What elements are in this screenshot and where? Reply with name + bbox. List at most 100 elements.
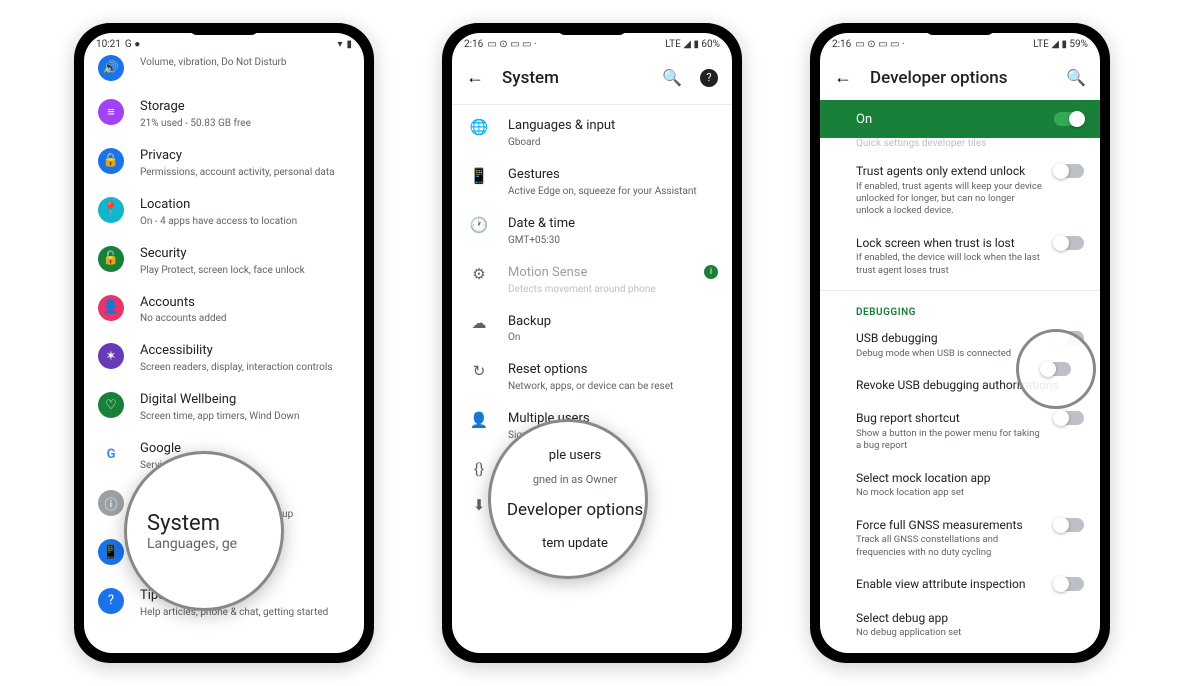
settings-item-accounts[interactable]: 👤AccountsNo accounts added	[84, 286, 364, 335]
item-icon: ↻	[466, 362, 492, 380]
status-bar: 2:16▭ ⊙ ▭ ▭ · LTE ◢ ▮ 59%	[820, 33, 1100, 55]
setting-title: Privacy	[140, 148, 350, 165]
system-item-backup[interactable]: ☁BackupOn	[452, 305, 732, 354]
section-debugging: DEBUGGING	[820, 295, 1100, 322]
magnifier-usb-debug-switch	[1016, 329, 1096, 409]
search-icon[interactable]: 🔍	[1066, 68, 1086, 87]
setting-title: Accounts	[140, 295, 350, 312]
dev-title: Lock screen when trust is lost	[856, 236, 1042, 252]
search-icon[interactable]: 🔍	[662, 68, 682, 87]
setting-title: Accessibility	[140, 343, 350, 360]
dev-item-enable-view-attribute-inspection[interactable]: Enable view attribute inspection	[820, 568, 1100, 602]
item-title: Date & time	[508, 216, 718, 233]
toggle-switch[interactable]	[1054, 164, 1084, 178]
item-title: Reset options	[508, 362, 718, 379]
mag-sys-update: tem update	[505, 536, 645, 551]
master-toggle-switch[interactable]	[1054, 112, 1084, 126]
toggle-switch[interactable]	[1054, 577, 1084, 591]
setting-sub: On - 4 apps have access to location	[140, 215, 350, 228]
setting-title: Location	[140, 197, 350, 214]
dev-item-bug-report-shortcut[interactable]: Bug report shortcutShow a button in the …	[820, 402, 1100, 461]
setting-title: Digital Wellbeing	[140, 392, 350, 409]
setting-sub: Play Protect, screen lock, face unlock	[140, 264, 350, 277]
dev-sub: Track all GNSS constellations and freque…	[856, 534, 1042, 559]
item-title: Backup	[508, 314, 718, 331]
setting-sub: Screen readers, display, interaction con…	[140, 361, 350, 374]
item-icon: {}	[466, 460, 492, 478]
setting-icon: ⓘ	[98, 490, 124, 516]
item-icon: 🌐	[466, 118, 492, 136]
settings-item-sound[interactable]: 🔊SoundVolume, vibration, Do Not Disturb	[84, 55, 364, 90]
magnifier-system: System Languages, ge	[124, 451, 284, 611]
item-icon: 📱	[466, 167, 492, 185]
system-item-languages-input[interactable]: 🌐Languages & inputGboard	[452, 109, 732, 158]
setting-icon: ≡	[98, 99, 124, 125]
back-icon[interactable]: ←	[466, 67, 484, 88]
usb-debug-switch-magnified[interactable]	[1041, 362, 1071, 376]
system-item-gestures[interactable]: 📱 GesturesActive Edge on, squeeze for you…	[452, 158, 732, 207]
system-item-reset-options[interactable]: ↻Reset optionsNetwork, apps, or device c…	[452, 353, 732, 402]
item-title: Gestures	[508, 167, 718, 184]
back-icon[interactable]: ←	[834, 67, 852, 88]
system-item-date-time[interactable]: 🕐Date & timeGMT+05:30	[452, 207, 732, 256]
dev-title: Force full GNSS measurements	[856, 518, 1042, 534]
page-title: System	[502, 68, 644, 88]
master-toggle-label: On	[856, 112, 872, 127]
setting-icon: ?	[98, 588, 124, 614]
dev-item-select-debug-app[interactable]: Select debug appNo debug application set	[820, 602, 1100, 649]
status-bar: 10:21G ● ▾▮	[84, 33, 364, 55]
mag-users-title: ple users	[505, 448, 645, 463]
phone-developer-options: 2:16▭ ⊙ ▭ ▭ · LTE ◢ ▮ 59% ← Developer op…	[810, 23, 1110, 663]
status-icons-left: ▭ ⊙ ▭ ▭ ·	[855, 39, 904, 50]
dev-item-trust-agents-only-extend-unlock[interactable]: Trust agents only extend unlockIf enable…	[820, 155, 1100, 227]
magnified-sub: Languages, ge	[147, 536, 281, 552]
item-icon: ☁	[466, 314, 492, 332]
setting-icon: 📱	[98, 539, 124, 565]
settings-item-storage[interactable]: ≡Storage21% used - 50.83 GB free	[84, 90, 364, 139]
page-title: Developer options	[870, 68, 1048, 88]
item-sub: Active Edge on, squeeze for your Assista…	[508, 185, 718, 198]
item-icon: 🕐	[466, 216, 492, 234]
item-icon: ⚙	[466, 265, 492, 283]
setting-sub: 21% used - 50.83 GB free	[140, 117, 350, 130]
setting-icon: 👤	[98, 295, 124, 321]
phone-system: 2:16 ▭ ⊙ ▭ ▭ · LTE ◢ ▮ 60% ← System 🔍 ? 🌐…	[442, 23, 742, 663]
settings-item-digital-wellbeing[interactable]: ♡Digital WellbeingScreen time, app timer…	[84, 383, 364, 432]
setting-icon: G	[98, 441, 124, 467]
status-icons-left: ▭ ⊙ ▭ ▭ ·	[487, 39, 536, 50]
status-time: 2:16	[464, 39, 483, 50]
dev-item-lock-screen-when-trust-is-lost[interactable]: Lock screen when trust is lostIf enabled…	[820, 227, 1100, 286]
master-toggle-bar[interactable]: On	[820, 100, 1100, 138]
scrolled-row-fragment: Quick settings developer tiles	[820, 138, 1100, 155]
dev-title: Enable view attribute inspection	[856, 577, 1042, 593]
toggle-switch[interactable]	[1054, 411, 1084, 425]
setting-icon: 📍	[98, 197, 124, 223]
system-item-motion-sense[interactable]: ⚙Motion SenseDetects movement around pho…	[452, 256, 732, 305]
help-icon[interactable]: ?	[700, 69, 718, 87]
dev-item-force-full-gnss-measurements[interactable]: Force full GNSS measurementsTrack all GN…	[820, 509, 1100, 568]
dev-sub: No debug application set	[856, 627, 1084, 639]
status-bar: 2:16 ▭ ⊙ ▭ ▭ · LTE ◢ ▮ 60%	[452, 33, 732, 55]
toggle-switch[interactable]	[1054, 236, 1084, 250]
item-icon: 👤	[466, 411, 492, 429]
settings-item-location[interactable]: 📍 LocationOn - 4 apps have access to loca…	[84, 188, 364, 237]
dev-item-select-mock-location-app[interactable]: Select mock location appNo mock location…	[820, 462, 1100, 509]
info-icon[interactable]: i	[704, 265, 718, 279]
settings-item-accessibility[interactable]: ✶AccessibilityScreen readers, display, i…	[84, 334, 364, 383]
setting-sub: Permissions, account activity, personal …	[140, 166, 350, 179]
dev-sub: If enabled, trust agents will keep your …	[856, 181, 1042, 218]
dev-sub: If enabled, the device will lock when th…	[856, 252, 1042, 277]
status-right: LTE ◢ ▮ 59%	[1033, 39, 1088, 50]
setting-sub: Volume, vibration, Do Not Disturb	[140, 56, 350, 69]
status-right: LTE ◢ ▮ 60%	[665, 39, 720, 50]
dev-sub: No mock location app set	[856, 487, 1084, 499]
battery-icon: ▮	[346, 39, 352, 50]
wifi-icon: ▾	[337, 39, 342, 50]
status-time: 10:21	[96, 39, 121, 50]
toggle-switch[interactable]	[1054, 518, 1084, 532]
settings-item-security[interactable]: 🔓SecurityPlay Protect, screen lock, face…	[84, 237, 364, 286]
item-sub: Gboard	[508, 136, 718, 149]
setting-title: Security	[140, 246, 350, 263]
setting-sub: Help articles, phone & chat, getting sta…	[140, 606, 350, 619]
settings-item-privacy[interactable]: 🔒PrivacyPermissions, account activity, p…	[84, 139, 364, 188]
